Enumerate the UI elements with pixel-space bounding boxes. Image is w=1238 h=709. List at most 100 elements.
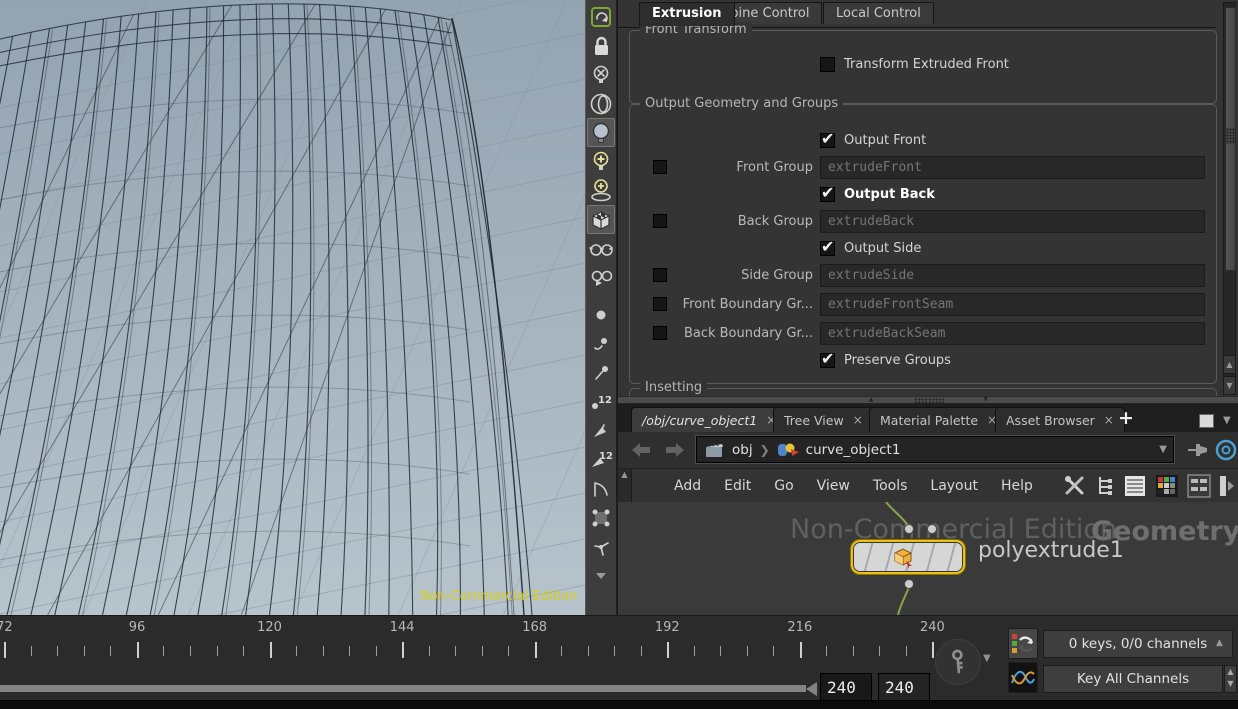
tab-extrusion[interactable]: Extrusion <box>639 2 735 26</box>
front-boundary-toggle[interactable]: ✔ <box>653 297 667 311</box>
pane-menu-icon[interactable]: ▼ <box>1223 415 1231 426</box>
output-side-checkbox[interactable]: ✔ <box>820 241 835 256</box>
toolbar-more-icon[interactable] <box>587 561 615 590</box>
parameter-scrollbar[interactable] <box>1223 2 1236 395</box>
path-node[interactable]: curve_object1 <box>806 442 901 458</box>
set-key-button[interactable] <box>935 639 981 685</box>
normal-lighting-icon[interactable] <box>587 118 615 147</box>
menu-go[interactable]: Go <box>774 478 793 494</box>
polyextrude-node[interactable] <box>851 540 965 574</box>
side-group-toggle[interactable]: ✔ <box>653 268 667 282</box>
pane-tab-material-palette[interactable]: Material Palette × <box>869 407 1008 432</box>
pin-icon[interactable] <box>1186 440 1210 460</box>
headlight-icon[interactable] <box>587 89 615 118</box>
viewport-canvas[interactable] <box>0 0 585 615</box>
key-options-icon[interactable]: ▼ <box>983 653 991 664</box>
network-overview-icon[interactable] <box>1187 474 1211 498</box>
tree-view-icon[interactable] <box>1095 474 1115 498</box>
back-group-field[interactable] <box>820 210 1205 233</box>
pane-tab-label: Asset Browser <box>1006 413 1095 428</box>
path-root[interactable]: obj <box>732 442 753 458</box>
keys-summary-field[interactable]: 0 keys, 0/0 channels <box>1043 630 1233 658</box>
current-frame-field[interactable] <box>820 673 872 701</box>
overflow-icon[interactable] <box>1219 474 1235 498</box>
close-icon[interactable]: × <box>853 413 863 427</box>
node-path-field[interactable]: obj ❯ curve_object1 ▼ <box>696 436 1174 463</box>
front-boundary-field[interactable] <box>820 293 1205 316</box>
prim-normals-icon[interactable] <box>587 416 615 445</box>
frame-tick-minor <box>853 646 854 656</box>
shaded-wire-icon[interactable] <box>587 263 615 292</box>
node-label[interactable]: polyextrude1 <box>978 538 1124 563</box>
output-front-checkbox[interactable]: ✔ <box>820 133 835 148</box>
point-normals-icon[interactable] <box>587 358 615 387</box>
points-display-icon[interactable] <box>587 300 615 329</box>
menu-view[interactable]: View <box>817 478 850 494</box>
group-display-icon[interactable] <box>587 503 615 532</box>
playbar: 7296120144168192216240 ▼ <box>0 615 1238 700</box>
end-frame-field[interactable] <box>878 673 930 701</box>
pane-tab-label: /obj/curve_object1 <box>642 413 757 428</box>
color-palette-icon[interactable] <box>1155 474 1179 498</box>
motion-fx-button[interactable] <box>1008 662 1038 693</box>
keys-expand-icon[interactable]: ▲ <box>1216 638 1223 648</box>
key-mode-dropdown[interactable]: Key All Channels <box>1043 665 1223 693</box>
auto-key-button[interactable] <box>1008 628 1038 659</box>
pane-tab-network[interactable]: /obj/curve_object1 × <box>631 407 787 432</box>
frame-range-scrollbar[interactable] <box>0 685 806 692</box>
transform-extruded-front-checkbox[interactable]: ✔ <box>820 57 835 72</box>
spin-up-icon[interactable]: ▲ <box>1225 666 1236 678</box>
normals-display-icon[interactable] <box>587 532 615 561</box>
node-input-dot[interactable] <box>904 524 914 534</box>
spin-down-icon[interactable]: ▼ <box>1225 678 1236 690</box>
frame-tick-major <box>137 642 139 658</box>
pane-tab-asset-browser[interactable]: Asset Browser × <box>995 407 1125 432</box>
scrollbar-grip <box>1226 128 1235 144</box>
node-output-dot[interactable] <box>904 579 914 589</box>
key-mode-spinner[interactable]: ▲▼ <box>1224 665 1237 693</box>
point-markers-icon[interactable] <box>587 329 615 358</box>
no-lighting-icon[interactable] <box>587 60 615 89</box>
side-group-field[interactable] <box>820 264 1205 287</box>
smooth-shaded-icon[interactable] <box>587 234 615 263</box>
list-mode-icon[interactable] <box>1123 474 1147 498</box>
high-quality-lighting-icon[interactable] <box>587 147 615 176</box>
hull-display-icon[interactable] <box>587 474 615 503</box>
output-back-checkbox[interactable]: ✔ <box>820 187 835 202</box>
scrollbar-thumb[interactable] <box>1225 7 1236 271</box>
lighting-shadows-icon[interactable] <box>587 176 615 205</box>
menubar-scroll[interactable]: ▲ <box>618 469 632 503</box>
prim-numbers-icon[interactable]: 12 <box>587 445 615 474</box>
pane-maximize-icon[interactable] <box>1199 414 1214 428</box>
scroll-down-button[interactable]: ▼ <box>1223 376 1236 395</box>
pane-splitter[interactable]: ▲ ▼ <box>618 396 1238 404</box>
path-dropdown-icon[interactable]: ▼ <box>1159 444 1167 455</box>
radial-menu-icon[interactable] <box>1214 438 1238 462</box>
menu-layout[interactable]: Layout <box>930 478 978 494</box>
forward-icon[interactable] <box>664 442 686 458</box>
point-numbers-icon[interactable]: 12 <box>587 387 615 416</box>
front-group-field[interactable] <box>820 156 1205 179</box>
preserve-groups-checkbox[interactable]: ✔ <box>820 353 835 368</box>
new-tab-button[interactable]: + <box>1118 407 1134 429</box>
menu-tools[interactable]: Tools <box>873 478 908 494</box>
back-boundary-field[interactable] <box>820 322 1205 345</box>
network-editor[interactable]: Non-Commercial Edition Geometry polyextr… <box>618 502 1238 615</box>
material-shading-icon[interactable] <box>587 205 615 234</box>
pane-tab-tree-view[interactable]: Tree View × <box>773 407 874 432</box>
scroll-up-button[interactable]: ▲ <box>1223 355 1236 374</box>
menu-help[interactable]: Help <box>1001 478 1033 494</box>
node-input-dot[interactable] <box>927 524 937 534</box>
menu-edit[interactable]: Edit <box>724 478 751 494</box>
view-tool-icon[interactable] <box>587 2 615 31</box>
lock-icon[interactable] <box>587 31 615 60</box>
back-boundary-toggle[interactable]: ✔ <box>653 326 667 340</box>
back-icon[interactable] <box>630 442 652 458</box>
tools-icon[interactable] <box>1063 474 1087 498</box>
close-icon[interactable]: × <box>1104 413 1114 427</box>
tab-local-control[interactable]: Local Control <box>823 2 934 24</box>
menu-add[interactable]: Add <box>674 478 701 494</box>
back-group-toggle[interactable]: ✔ <box>653 214 667 228</box>
front-group-toggle[interactable]: ✔ <box>653 160 667 174</box>
scene-viewport[interactable]: Non-Commercial Edition <box>0 0 585 615</box>
